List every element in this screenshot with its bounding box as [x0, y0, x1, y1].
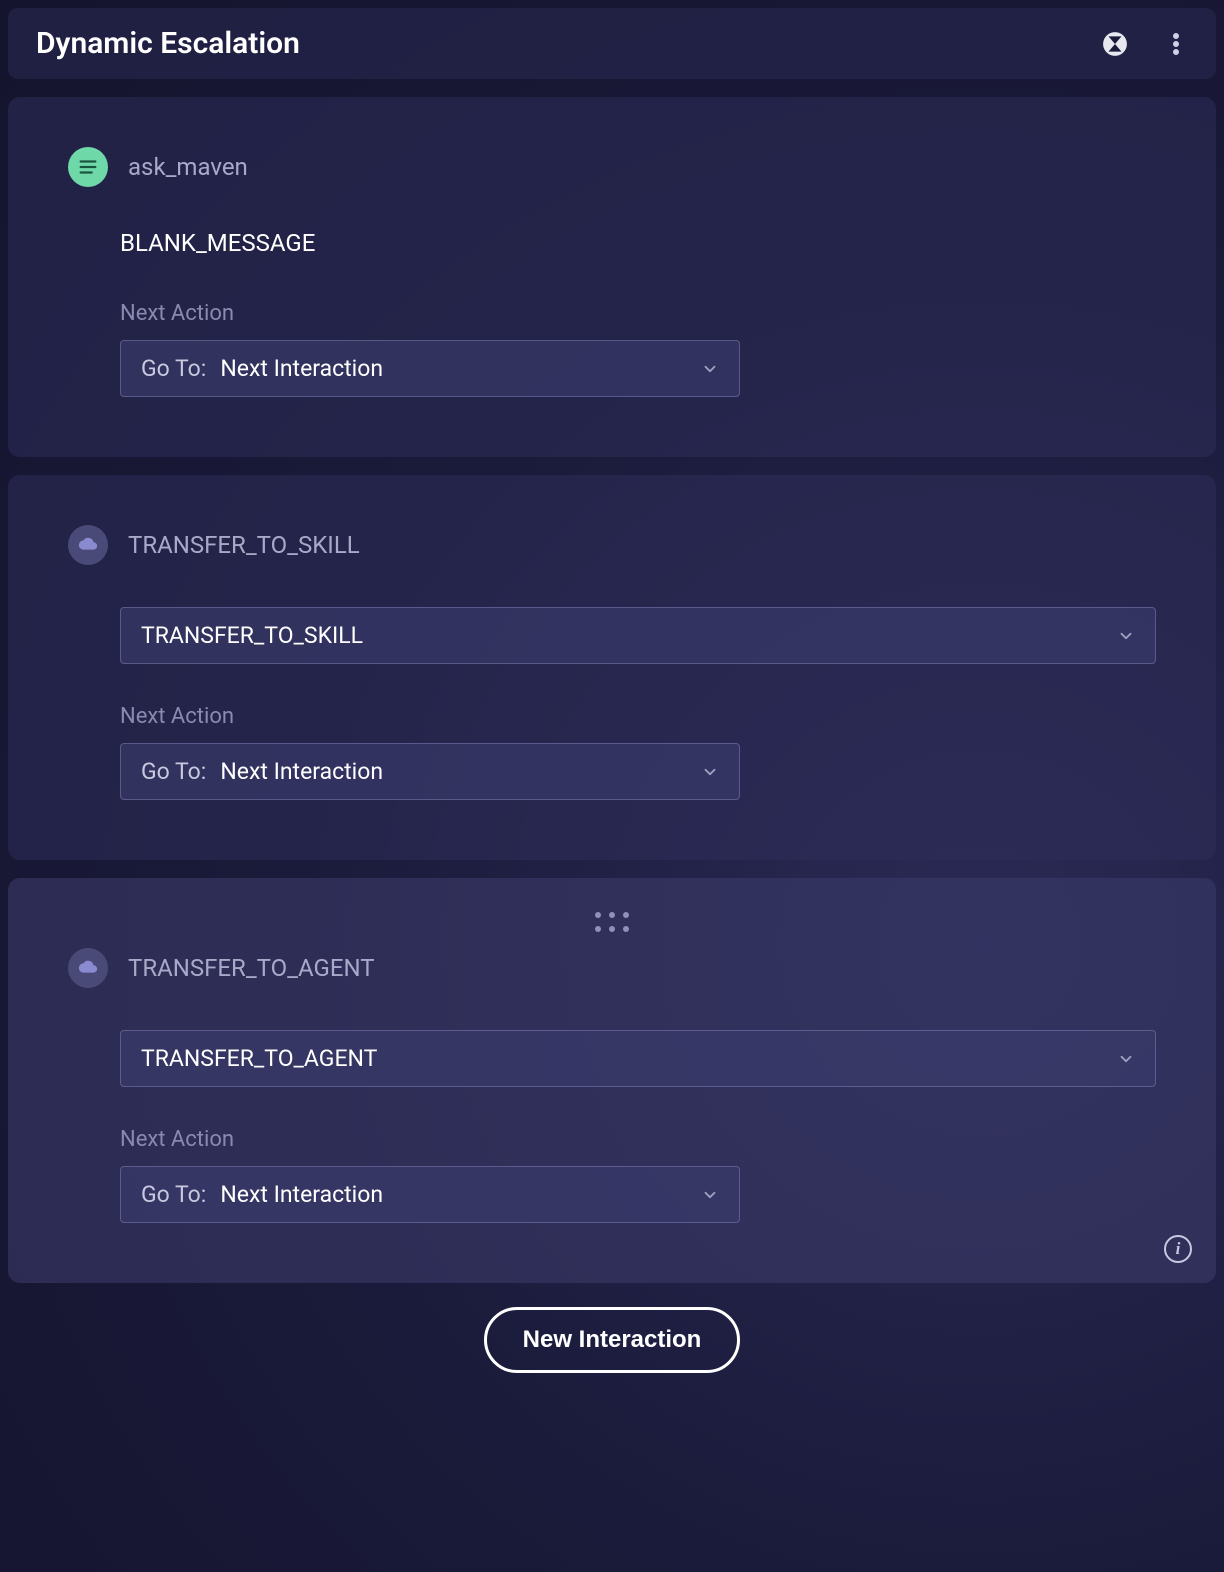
interaction-card-transfer-skill: TRANSFER_TO_SKILL TRANSFER_TO_SKILL Next… — [8, 475, 1216, 860]
hourglass-icon[interactable] — [1102, 31, 1128, 57]
card-header: TRANSFER_TO_AGENT — [68, 948, 1156, 988]
goto-prefix: Go To: — [141, 355, 206, 382]
page-title: Dynamic Escalation — [36, 26, 300, 61]
goto-value: Next Interaction — [220, 758, 383, 785]
interaction-card-ask-maven: ask_maven BLANK_MESSAGE Next Action Go T… — [8, 97, 1216, 457]
new-interaction-button[interactable]: New Interaction — [484, 1307, 741, 1373]
header-actions — [1102, 29, 1188, 59]
footer: New Interaction — [8, 1307, 1216, 1373]
interaction-card-transfer-agent: TRANSFER_TO_AGENT TRANSFER_TO_AGENT Next… — [8, 878, 1216, 1283]
message-text: BLANK_MESSAGE — [120, 229, 1156, 257]
card-title: ask_maven — [128, 153, 248, 181]
goto-prefix: Go To: — [141, 1181, 206, 1208]
chevron-down-icon — [1117, 1050, 1135, 1068]
transfer-agent-select[interactable]: TRANSFER_TO_AGENT — [120, 1030, 1156, 1087]
goto-value: Next Interaction — [220, 1181, 383, 1208]
chevron-down-icon — [701, 360, 719, 378]
chevron-down-icon — [1117, 627, 1135, 645]
card-header: TRANSFER_TO_SKILL — [68, 525, 1156, 565]
lines-icon — [68, 147, 108, 187]
next-action-select[interactable]: Go To: Next Interaction — [120, 1166, 740, 1223]
chevron-down-icon — [701, 763, 719, 781]
header-bar: Dynamic Escalation — [8, 8, 1216, 79]
next-action-select[interactable]: Go To: Next Interaction — [120, 743, 740, 800]
chevron-down-icon — [701, 1186, 719, 1204]
card-title: TRANSFER_TO_AGENT — [128, 954, 375, 982]
card-title: TRANSFER_TO_SKILL — [128, 531, 360, 559]
next-action-label: Next Action — [120, 1127, 1156, 1152]
next-action-label: Next Action — [120, 301, 1156, 326]
drag-handle-icon[interactable] — [595, 912, 629, 932]
next-action-select[interactable]: Go To: Next Interaction — [120, 340, 740, 397]
select-value: TRANSFER_TO_SKILL — [141, 622, 363, 649]
goto-value: Next Interaction — [220, 355, 383, 382]
cloud-icon — [68, 525, 108, 565]
card-header: ask_maven — [68, 147, 1156, 187]
cloud-icon — [68, 948, 108, 988]
transfer-skill-select[interactable]: TRANSFER_TO_SKILL — [120, 607, 1156, 664]
select-value: TRANSFER_TO_AGENT — [141, 1045, 377, 1072]
goto-prefix: Go To: — [141, 758, 206, 785]
info-icon[interactable]: i — [1164, 1235, 1192, 1263]
next-action-label: Next Action — [120, 704, 1156, 729]
kebab-menu-icon[interactable] — [1164, 29, 1188, 59]
